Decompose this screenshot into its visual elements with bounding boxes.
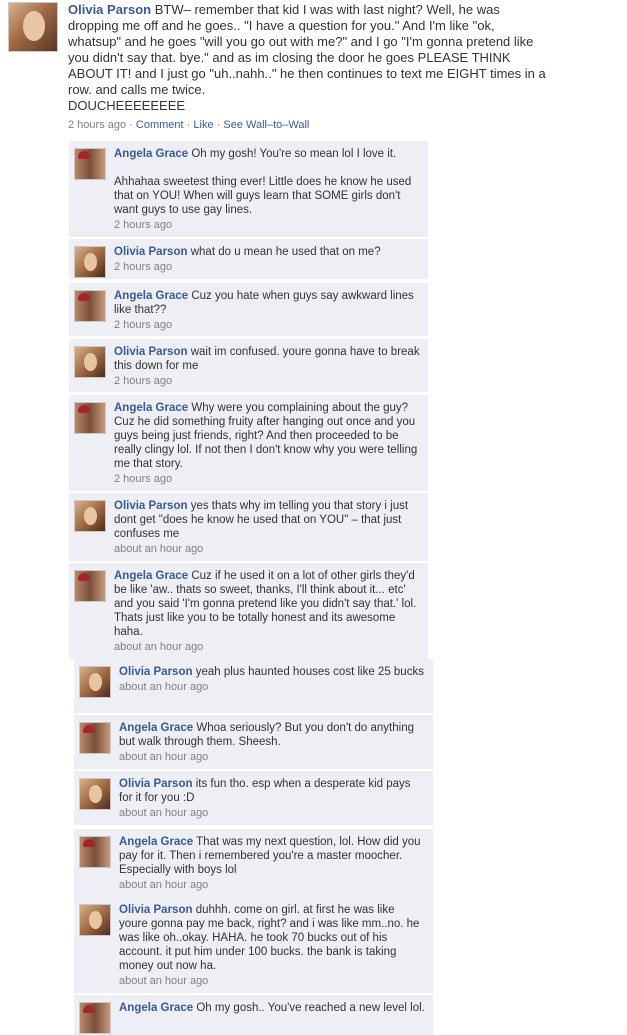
commenter-avatar[interactable] <box>74 500 106 532</box>
comment-timestamp: about an hour ago <box>114 543 204 555</box>
commenter-avatar[interactable] <box>74 246 106 278</box>
commenter-avatar[interactable] <box>79 722 111 754</box>
comment-text: Olivia Parson what do u mean he used tha… <box>114 245 420 259</box>
commenter-name-link[interactable]: Olivia Parson <box>114 246 188 258</box>
comment: Olivia Parson yes thats why im telling y… <box>69 493 428 561</box>
comment-timestamp: about an hour ago <box>119 681 209 693</box>
commenter-avatar[interactable] <box>79 836 111 868</box>
like-link[interactable]: Like <box>193 119 213 131</box>
commenter-name-link[interactable]: Angela Grace <box>114 402 188 414</box>
commenter-avatar[interactable] <box>79 1002 111 1034</box>
commenter-name-link[interactable]: Olivia Parson <box>119 666 193 678</box>
comment: Olivia Parson its fun tho. esp when a de… <box>74 771 433 825</box>
commenter-name-link[interactable]: Angela Grace <box>114 570 188 582</box>
comment-link[interactable]: Comment <box>136 119 184 131</box>
separator: · <box>186 119 191 131</box>
comment-text: Olivia Parson yeah plus haunted houses c… <box>119 665 425 679</box>
comment: Angela Grace Oh my gosh! You're so mean … <box>69 141 428 237</box>
comment: Angela Grace That was my next question, … <box>74 829 433 897</box>
comment: Olivia Parson duhhh. come on girl. at fi… <box>74 897 433 993</box>
comment-timestamp: 2 hours ago <box>114 219 173 231</box>
comment-timestamp: 2 hours ago <box>114 319 173 331</box>
comment: Angela Grace Whoa seriously? But you don… <box>74 715 433 769</box>
comment-timestamp: 2 hours ago <box>114 261 173 273</box>
commenter-name-link[interactable]: Angela Grace <box>119 836 193 848</box>
commenter-name-link[interactable]: Olivia Parson <box>114 500 188 512</box>
post-meta: 2 hours ago · Comment · Like · See Wall–… <box>68 119 548 131</box>
comment-text: Angela Grace Whoa seriously? But you don… <box>119 721 425 749</box>
commenter-name-link[interactable]: Angela Grace <box>114 290 188 302</box>
comment: Angela Grace Oh my gosh.. You've reached… <box>74 995 433 1035</box>
commenter-avatar[interactable] <box>74 346 106 378</box>
commenter-avatar[interactable] <box>74 148 106 180</box>
commenter-avatar[interactable] <box>74 402 106 434</box>
comment-timestamp: about an hour ago <box>119 975 209 987</box>
comment-text: Angela Grace Cuz you hate when guys say … <box>114 289 420 317</box>
comment-timestamp: about an hour ago <box>114 641 204 653</box>
post-text: Olivia Parson BTW– remember that kid I w… <box>68 2 548 114</box>
commenter-avatar[interactable] <box>79 904 111 936</box>
comment: Olivia Parson what do u mean he used tha… <box>69 239 428 279</box>
comment: Angela Grace Cuz if he used it on a lot … <box>69 563 428 659</box>
comment-text: Olivia Parson wait im confused. youre go… <box>114 345 420 373</box>
comment-text: Angela Grace Why were you complaining ab… <box>114 401 420 471</box>
see-wall-to-wall-link[interactable]: See Wall–to–Wall <box>223 119 309 131</box>
separator: · <box>216 119 221 131</box>
comment-text: Angela Grace Oh my gosh.. You've reached… <box>119 1001 425 1015</box>
comment-message: yeah plus haunted houses cost like 25 bu… <box>195 666 424 678</box>
commenter-name-link[interactable]: Angela Grace <box>119 722 193 734</box>
comment-message: Oh my gosh.. You've reached a new level … <box>196 1002 425 1014</box>
commenter-name-link[interactable]: Olivia Parson <box>119 904 193 916</box>
comment: Olivia Parson yeah plus haunted houses c… <box>74 659 433 713</box>
comment-text: Olivia Parson its fun tho. esp when a de… <box>119 777 425 805</box>
commenter-avatar[interactable] <box>79 778 111 810</box>
post-timestamp: 2 hours ago <box>68 119 127 131</box>
comment-timestamp: about an hour ago <box>119 807 209 819</box>
comment: Angela Grace Cuz you hate when guys say … <box>69 283 428 336</box>
comment-text: Angela Grace Cuz if he used it on a lot … <box>114 569 420 639</box>
comment-timestamp: 2 hours ago <box>114 375 173 387</box>
commenter-name-link[interactable]: Angela Grace <box>114 148 188 160</box>
commenter-avatar[interactable] <box>74 570 106 602</box>
comment-text: Angela Grace Oh my gosh! You're so mean … <box>114 147 420 217</box>
commenter-name-link[interactable]: Angela Grace <box>119 1002 193 1014</box>
commenter-name-link[interactable]: Olivia Parson <box>119 778 193 790</box>
comment-timestamp: about an hour ago <box>119 879 209 891</box>
comment: Angela Grace Why were you complaining ab… <box>69 395 428 491</box>
comment-text: Olivia Parson duhhh. come on girl. at fi… <box>119 903 425 973</box>
comment-message: what do u mean he used that on me? <box>190 246 381 258</box>
separator: · <box>129 119 133 131</box>
comment-timestamp: about an hour ago <box>119 751 209 763</box>
comment: Olivia Parson wait im confused. youre go… <box>69 339 428 392</box>
commenter-name-link[interactable]: Olivia Parson <box>114 346 188 358</box>
post-message: BTW– remember that kid I was with last n… <box>68 2 546 113</box>
comment-text: Angela Grace That was my next question, … <box>119 835 425 877</box>
post-body: Olivia Parson BTW– remember that kid I w… <box>68 2 548 131</box>
comment-timestamp: 2 hours ago <box>114 473 173 485</box>
post-author-link[interactable]: Olivia Parson <box>68 2 151 17</box>
comment-text: Olivia Parson yes thats why im telling y… <box>114 499 420 541</box>
commenter-avatar[interactable] <box>74 290 106 322</box>
commenter-avatar[interactable] <box>79 666 111 698</box>
author-avatar[interactable] <box>8 2 58 52</box>
